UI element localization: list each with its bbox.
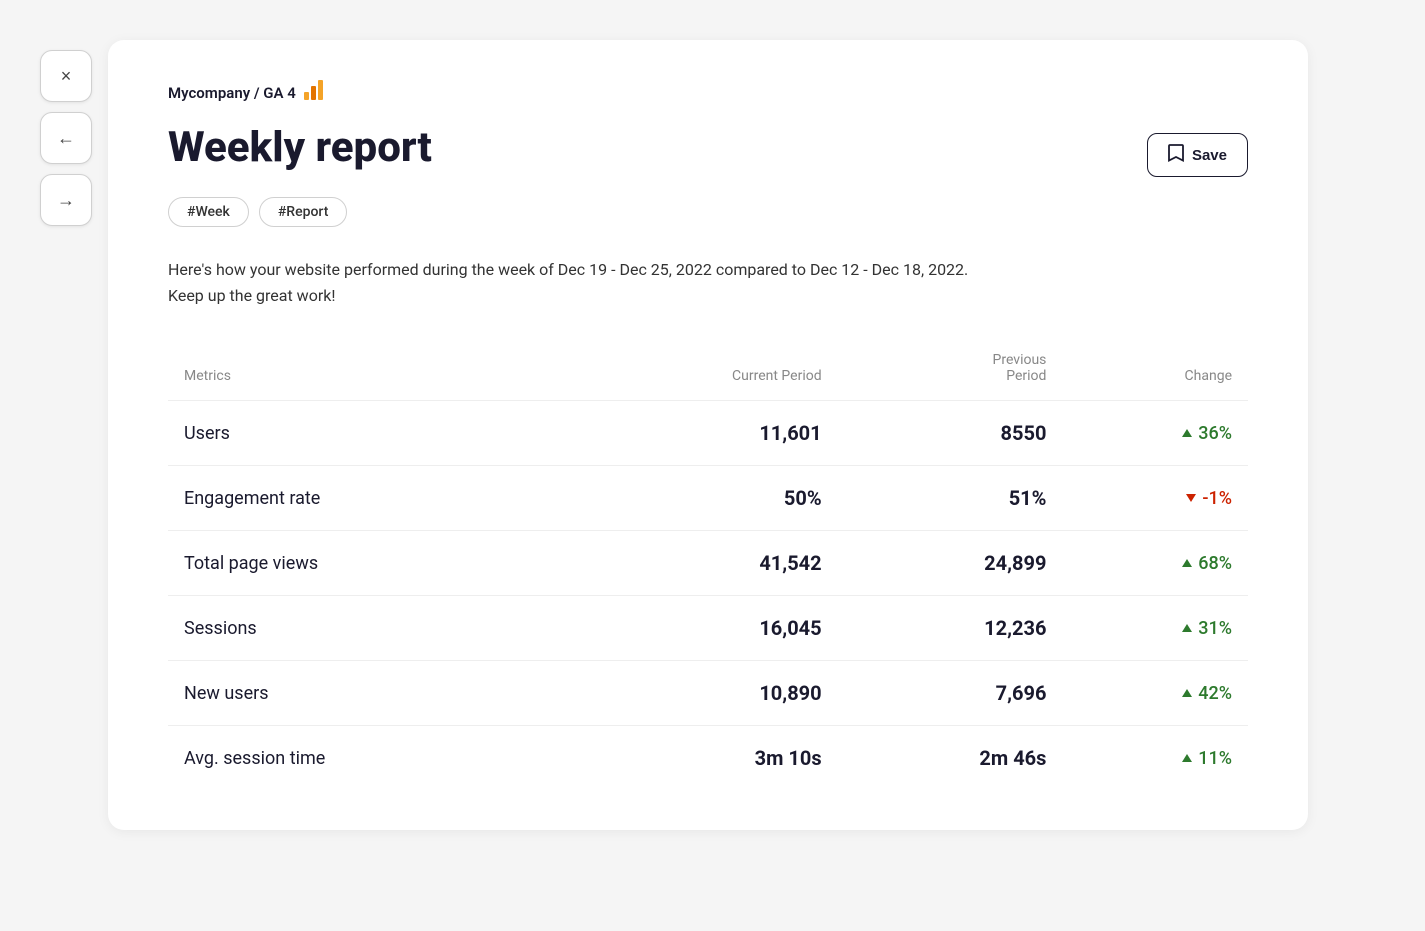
change-value: 42% [1198,683,1232,704]
back-button[interactable]: ← [40,112,92,164]
save-button[interactable]: Save [1147,133,1248,177]
main-content: Mycompany / GA 4 Weekly report Save [108,40,1308,830]
tags-row: #Week #Report [168,197,1248,227]
change-value: 11% [1198,748,1232,769]
col-previous-label: PreviousPeriod [993,352,1047,384]
breadcrumb-text: Mycompany / GA 4 [168,84,296,102]
metric-name: Sessions [168,596,562,661]
header-row: Weekly report Save [168,125,1248,177]
bookmark-icon [1168,144,1184,166]
metric-change: -1% [1062,466,1248,531]
arrow-down-icon [1186,494,1196,502]
tag-week[interactable]: #Week [168,197,249,227]
metric-change: 36% [1062,401,1248,466]
metric-current: 41,542 [562,531,838,596]
close-icon: × [61,66,72,87]
metric-change: 31% [1062,596,1248,661]
arrow-up-icon [1182,624,1192,632]
table-row: New users10,8907,696 42% [168,661,1248,726]
change-value: 36% [1198,423,1232,444]
arrow-up-icon [1182,689,1192,697]
forward-icon: → [57,190,75,211]
metric-previous: 12,236 [838,596,1063,661]
metric-previous: 51% [838,466,1063,531]
description: Here's how your website performed during… [168,257,988,308]
metric-name: New users [168,661,562,726]
metric-change: 11% [1062,726,1248,791]
analytics-icon [304,80,326,105]
change-value: 68% [1198,553,1232,574]
metric-current: 3m 10s [562,726,838,791]
metric-previous: 7,696 [838,661,1063,726]
arrow-up-icon [1182,429,1192,437]
breadcrumb: Mycompany / GA 4 [168,80,1248,105]
col-metrics: Metrics [168,344,562,401]
metric-current: 10,890 [562,661,838,726]
metric-current: 50% [562,466,838,531]
table-row: Total page views41,54224,899 68% [168,531,1248,596]
metric-current: 11,601 [562,401,838,466]
metric-previous: 8550 [838,401,1063,466]
table-row: Sessions16,04512,236 31% [168,596,1248,661]
col-change: Change [1062,344,1248,401]
metric-previous: 24,899 [838,531,1063,596]
save-label: Save [1192,147,1227,164]
col-previous: PreviousPeriod [838,344,1063,401]
page-title: Weekly report [168,125,432,171]
change-value: -1% [1202,488,1232,509]
sidebar-controls: × ← → [40,40,92,830]
metric-current: 16,045 [562,596,838,661]
metric-name: Total page views [168,531,562,596]
metric-change: 68% [1062,531,1248,596]
table-row: Engagement rate50%51% -1% [168,466,1248,531]
forward-button[interactable]: → [40,174,92,226]
metrics-table: Metrics Current Period PreviousPeriod Ch… [168,344,1248,790]
table-row: Avg. session time3m 10s2m 46s 11% [168,726,1248,791]
metric-name: Users [168,401,562,466]
tag-report[interactable]: #Report [259,197,348,227]
arrow-up-icon [1182,754,1192,762]
metric-previous: 2m 46s [838,726,1063,791]
col-current: Current Period [562,344,838,401]
close-button[interactable]: × [40,50,92,102]
back-icon: ← [57,128,75,149]
change-value: 31% [1198,618,1232,639]
table-row: Users11,6018550 36% [168,401,1248,466]
metric-name: Engagement rate [168,466,562,531]
metric-name: Avg. session time [168,726,562,791]
arrow-up-icon [1182,559,1192,567]
metric-change: 42% [1062,661,1248,726]
